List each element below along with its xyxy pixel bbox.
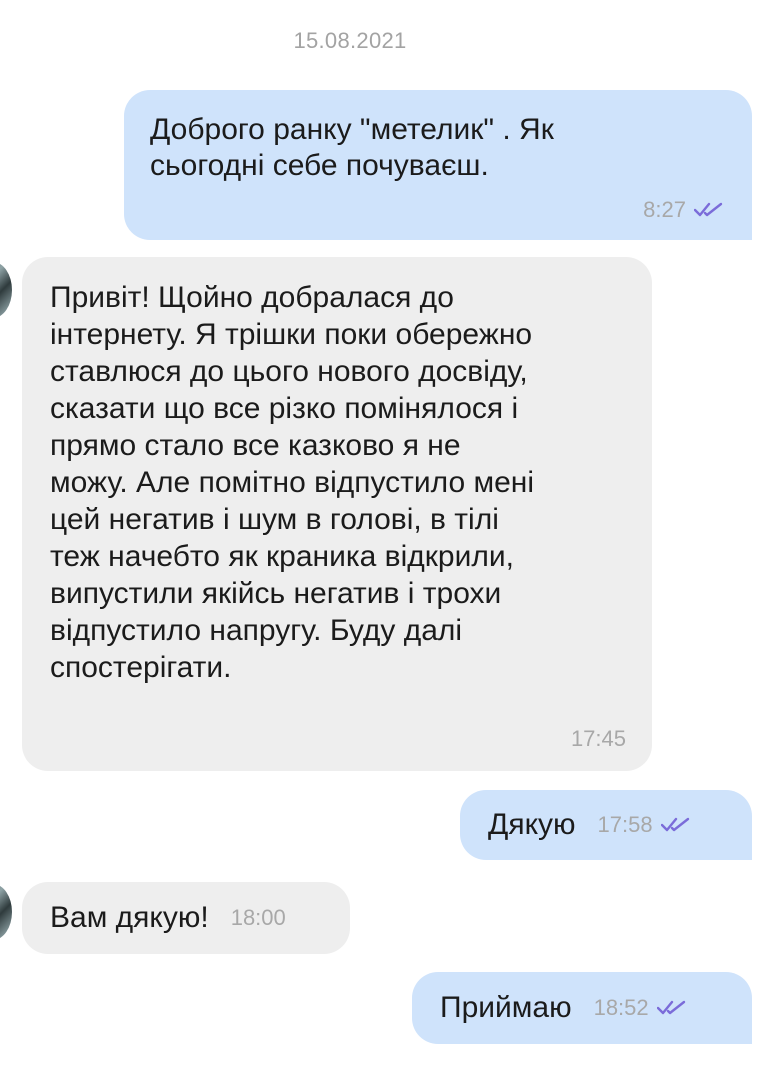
message-meta: 18:00 [231,906,286,930]
avatar[interactable] [0,262,12,318]
message-text: Вам дякую! [50,901,209,934]
message-time: 18:00 [230,905,286,930]
message-bubble-outgoing[interactable]: Приймаю 18:52 [412,972,752,1044]
message-text: Приймаю [440,991,572,1024]
message-meta: 8:27 [643,198,724,222]
message-meta: 17:45 [571,727,626,751]
message-bubble-outgoing[interactable]: Дякую 17:58 [460,790,752,860]
message-bubble-incoming[interactable]: Вам дякую! 18:00 [22,882,350,954]
message-time: 17:58 [597,812,653,837]
message-bubble-outgoing[interactable]: Доброго ранку "метелик" . Як сьогодні се… [124,90,752,240]
message-bubble-incoming[interactable]: Привіт! Щойно добралася до інтернету. Я … [22,257,652,771]
message-text: Дякую [488,808,576,841]
date-separator: 15.08.2021 [293,28,407,53]
double-check-icon [656,1000,685,1015]
message-time: 17:45 [570,726,626,751]
message-time: 18:52 [593,995,649,1020]
double-check-icon [694,202,723,217]
avatar[interactable] [0,884,12,940]
double-check-icon [660,817,689,832]
message-time: 8:27 [643,197,686,222]
message-text: Привіт! Щойно добралася до інтернету. Я … [50,281,535,684]
message-text: Доброго ранку "метелик" . Як сьогодні се… [150,113,554,182]
message-meta: 18:52 [594,996,687,1020]
message-meta: 17:58 [598,813,691,837]
